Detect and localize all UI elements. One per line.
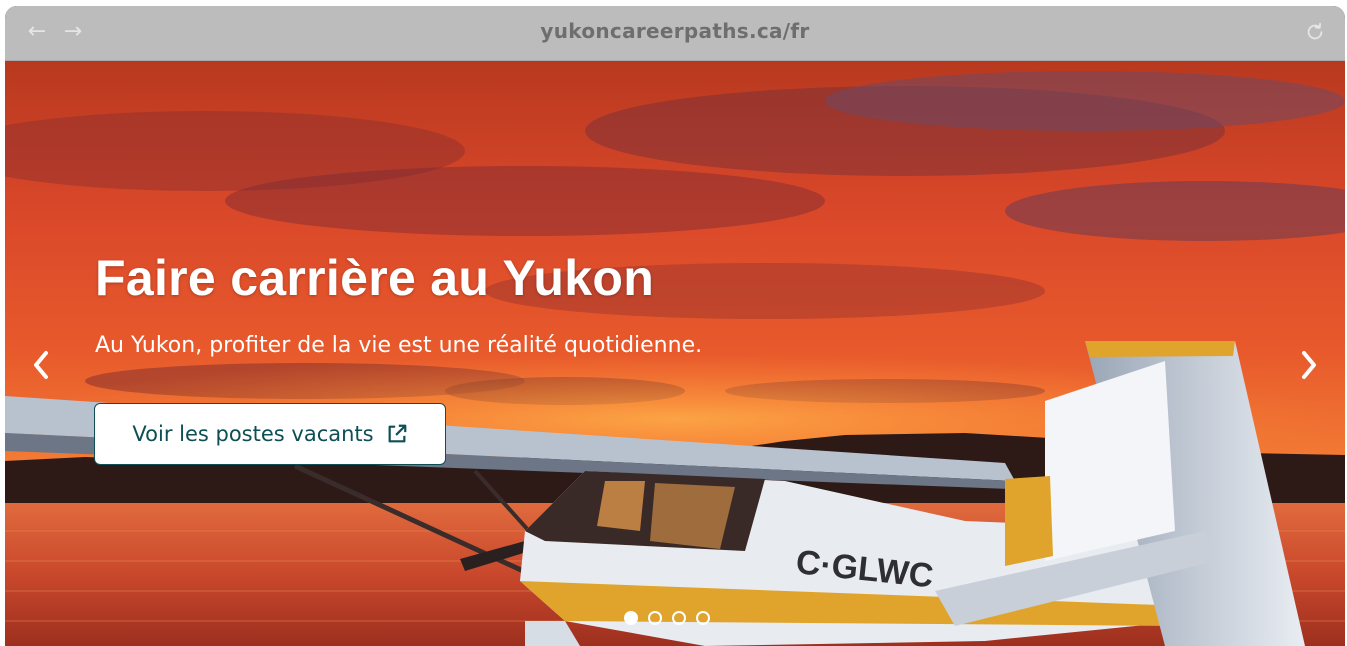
hero-carousel: C·GLWC Faire carrière au Yukon Au Yukon,… [5, 61, 1345, 646]
browser-window: ← → yukoncareerpaths.ca/fr C·GLWC Faire … [5, 6, 1345, 646]
carousel-dot-1[interactable] [624, 611, 638, 625]
chevron-left-icon [34, 351, 48, 379]
view-job-openings-button[interactable]: Voir les postes vacants [94, 403, 446, 465]
reload-icon [1307, 22, 1323, 40]
carousel-dot-4[interactable] [696, 611, 710, 625]
hero-subtitle: Au Yukon, profiter de la vie est une réa… [95, 333, 703, 358]
hero-title: Faire carrière au Yukon [95, 250, 655, 306]
address-bar[interactable]: yukoncareerpaths.ca/fr [5, 19, 1345, 43]
cta-label: Voir les postes vacants [132, 422, 374, 446]
carousel-dot-3[interactable] [672, 611, 686, 625]
carousel-dot-2[interactable] [648, 611, 662, 625]
carousel-prev-button[interactable] [23, 347, 59, 383]
carousel-indicators [624, 611, 710, 625]
external-link-icon [388, 424, 406, 443]
chevron-right-icon [1302, 351, 1316, 379]
browser-toolbar: ← → yukoncareerpaths.ca/fr [5, 6, 1345, 61]
reload-button[interactable] [1303, 20, 1327, 44]
carousel-next-button[interactable] [1291, 347, 1327, 383]
